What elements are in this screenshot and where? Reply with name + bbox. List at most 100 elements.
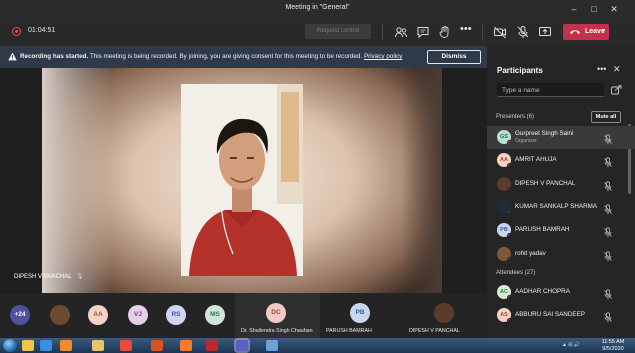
strip-avatar[interactable] <box>50 305 70 325</box>
leave-button[interactable]: Leave ▾ <box>563 24 609 40</box>
participant-name: ABBURU SAI SANDEEP <box>515 311 585 319</box>
paint-icon[interactable] <box>266 340 278 351</box>
participants-icon[interactable] <box>394 25 408 39</box>
firefox-icon[interactable] <box>180 340 192 351</box>
strip-avatar[interactable]: AA <box>88 305 108 325</box>
participant-name: rohit yadav <box>515 249 546 257</box>
mic-off-icon[interactable] <box>516 25 530 39</box>
participant-role: Organizer <box>515 138 537 144</box>
participant-strip: +24 AA VJ RS MS DC Dr. Shailendra Singh Chau… <box>0 293 487 338</box>
avatar: DC <box>266 303 286 323</box>
participant-row[interactable]: KUMAR SANKALP SHARMA <box>487 196 635 219</box>
mic-off-icon[interactable] <box>603 132 613 145</box>
mute-all-button[interactable]: Mute all <box>591 111 621 123</box>
participant-row[interactable]: AC AADHAR CHOPRA <box>487 281 635 304</box>
panel-close-icon[interactable]: ✕ <box>613 64 621 75</box>
participant-row[interactable]: AS ABBURU SAI SANDEEP <box>487 304 635 327</box>
participant-row[interactable]: PB PARUSH BAMRAH <box>487 219 635 242</box>
speaker-name-text: DIPESH V PANCHAL <box>14 274 72 280</box>
tile-name: PARUSH BAMRAH <box>326 328 372 334</box>
banner-message: Recording has started. This meeting is b… <box>20 53 402 60</box>
overflow-participants[interactable]: +24 <box>10 305 30 325</box>
media-icon[interactable] <box>60 340 72 351</box>
video-off-icon[interactable] <box>493 25 507 39</box>
strip-tile[interactable]: DC Dr. Shailendra Singh Chauhan <box>235 293 320 338</box>
strip-tile[interactable]: PB PARUSH BAMRAH <box>320 293 402 338</box>
more-icon[interactable]: ••• <box>460 24 474 39</box>
avatar-initials: AA <box>500 157 508 164</box>
system-tray[interactable]: ▲ ⊟ 🔊 <box>562 342 580 348</box>
avatar-initials: AC <box>500 289 508 295</box>
presenters-heading[interactable]: Presenters (6) <box>496 114 534 120</box>
participant-row[interactable]: DIPESH V PANCHAL <box>487 173 635 196</box>
strip-avatar[interactable]: RS <box>166 305 186 325</box>
video-backdrop-left <box>42 68 112 293</box>
video-backdrop-right <box>402 68 442 293</box>
mic-off-icon[interactable] <box>603 310 613 323</box>
status-dot <box>507 186 511 191</box>
participant-name: AMRIT AHUJA <box>515 156 557 164</box>
close-window-button[interactable]: ✕ <box>608 3 620 15</box>
participant-name: PARUSH BAMRAH <box>515 226 570 234</box>
maximize-button[interactable]: □ <box>588 3 600 15</box>
participant-row[interactable]: GS Gurpreet Singh Saini Organizer <box>487 126 635 149</box>
avatar <box>497 199 511 214</box>
dismiss-button[interactable]: Dismiss <box>427 50 481 64</box>
speaker-name-label: DIPESH V PANCHAL 🎙 <box>14 273 84 280</box>
chat-icon[interactable] <box>416 25 430 39</box>
speaker-video-feed <box>181 84 303 276</box>
status-dot <box>507 233 511 238</box>
request-control-button[interactable]: Request control <box>305 24 371 39</box>
mic-off-icon[interactable] <box>603 225 613 238</box>
ie-icon[interactable] <box>40 340 52 351</box>
privacy-policy-link[interactable]: Privacy policy <box>364 53 403 60</box>
avatar: AC <box>497 285 511 299</box>
mic-off-icon[interactable] <box>603 249 613 261</box>
explorer-icon[interactable] <box>22 340 34 351</box>
participant-name: AADHAR CHOPRA <box>515 288 570 295</box>
status-dot <box>507 209 511 214</box>
tile-name: DIPESH V PANCHAL <box>409 328 460 334</box>
panel-more-icon[interactable]: ••• <box>597 64 606 74</box>
acrobat-icon[interactable] <box>206 340 218 351</box>
mic-off-icon[interactable] <box>603 179 613 191</box>
folder-icon[interactable] <box>92 340 104 351</box>
status-dot <box>507 256 511 261</box>
participant-row[interactable]: rohit yadav <box>487 243 635 266</box>
minimize-button[interactable]: – <box>568 3 580 15</box>
warning-icon <box>8 52 17 61</box>
mic-off-icon: 🎙 <box>76 274 84 280</box>
meeting-toolbar: 01:04:51 Request control ••• Leave ▾ <box>0 18 635 46</box>
mic-off-icon[interactable] <box>603 202 613 215</box>
hang-up-icon <box>570 30 580 34</box>
avatar-initials: PB <box>500 227 508 234</box>
avatar: AS <box>497 308 511 323</box>
strip-avatar[interactable]: MS <box>205 305 225 325</box>
chrome-icon[interactable] <box>120 340 132 351</box>
participant-search[interactable] <box>497 83 604 97</box>
taskbar-clock[interactable]: 11:55 AM 9/5/2020 <box>596 339 630 352</box>
strip-tile[interactable]: DIPESH V PANCHAL <box>402 293 487 338</box>
teams-icon[interactable] <box>236 340 248 351</box>
participant-row[interactable]: AA AMRIT AHUJA <box>487 149 635 172</box>
status-dot <box>507 163 511 168</box>
avatar: AA <box>497 153 511 168</box>
mic-off-icon[interactable] <box>603 287 613 300</box>
strip-avatar[interactable]: VJ <box>128 305 148 325</box>
share-screen-icon[interactable] <box>538 25 552 39</box>
status-dot <box>507 140 511 144</box>
status-dot <box>507 295 511 299</box>
search-input[interactable] <box>502 85 598 95</box>
recording-banner: Recording has started. This meeting is b… <box>0 46 487 68</box>
banner-bold-text: Recording has started. <box>20 53 89 60</box>
tile-name: Dr. Shailendra Singh Chauhan <box>241 328 313 334</box>
start-button[interactable] <box>3 339 17 352</box>
status-dot <box>507 318 511 323</box>
panel-title: Participants <box>497 66 543 75</box>
attendees-heading[interactable]: Attendees (27) <box>496 270 535 276</box>
raise-hand-icon[interactable] <box>438 25 452 39</box>
share-invite-icon[interactable] <box>611 85 622 95</box>
matlab-icon[interactable] <box>151 340 163 351</box>
participants-panel: Participants ••• ✕ Presenters (6) Mute a… <box>487 46 635 338</box>
mic-off-icon[interactable] <box>603 155 613 168</box>
